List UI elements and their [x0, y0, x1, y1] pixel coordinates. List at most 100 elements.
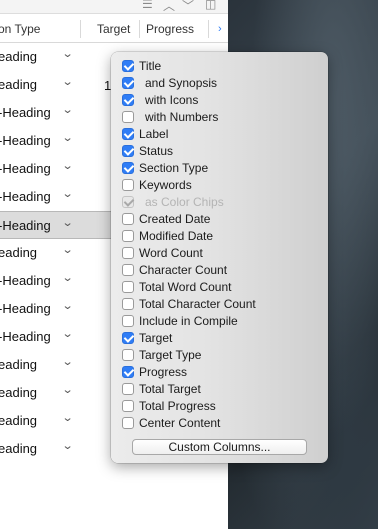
- chevron-down-icon[interactable]: ⌄: [62, 299, 74, 312]
- menu-item-include-in-compile[interactable]: Include in Compile: [122, 313, 322, 330]
- menu-item-status[interactable]: Status: [122, 143, 322, 160]
- menu-item-with-icons[interactable]: with Icons: [122, 92, 322, 109]
- chevron-down-icon[interactable]: ⌄: [62, 243, 74, 256]
- chevron-down-icon[interactable]: ⌄: [62, 383, 74, 396]
- checkbox[interactable]: [122, 128, 134, 140]
- menu-item-label[interactable]: Label: [122, 126, 322, 143]
- menu-item-label: Keywords: [139, 178, 192, 192]
- menu-item-label: Target: [139, 331, 173, 345]
- checkbox[interactable]: [122, 383, 134, 395]
- menu-item-label: Total Target: [139, 382, 201, 396]
- column-header-progress[interactable]: Progress: [146, 22, 194, 36]
- menu-item-label: Character Count: [139, 263, 228, 277]
- chevron-down-icon[interactable]: ⌄: [62, 327, 74, 340]
- menu-item-center-content[interactable]: Center Content: [122, 415, 322, 432]
- checkbox[interactable]: [122, 111, 134, 123]
- checkbox[interactable]: [122, 60, 134, 72]
- chevron-down-icon[interactable]: ⌄: [62, 75, 74, 88]
- checkbox[interactable]: [122, 77, 134, 89]
- section-type-value: -Heading: [0, 189, 51, 204]
- menu-item-label: Section Type: [139, 161, 209, 175]
- column-header-section-type[interactable]: on Type: [0, 22, 40, 36]
- menu-item-keywords[interactable]: Keywords: [122, 177, 322, 194]
- menu-item-label: as Color Chips: [145, 195, 224, 209]
- section-type-value: eading: [0, 413, 38, 428]
- menu-item-label: Center Content: [139, 416, 221, 430]
- chevron-down-icon[interactable]: ⌄: [62, 187, 74, 200]
- menu-item-label: Total Progress: [139, 399, 216, 413]
- section-type-value: -Heading: [0, 329, 51, 344]
- checkbox[interactable]: [122, 213, 134, 225]
- section-type-value: eading: [0, 441, 38, 456]
- section-type-value: -Heading: [0, 273, 51, 288]
- menu-item-total-target[interactable]: Total Target: [122, 381, 322, 398]
- checkbox[interactable]: [122, 400, 134, 412]
- chevron-down-icon[interactable]: ⌄: [62, 439, 74, 452]
- section-type-value: eading: [0, 77, 38, 92]
- chevron-up-icon[interactable]: ︿: [163, 0, 175, 14]
- chevron-down-icon[interactable]: ⌄: [62, 131, 74, 144]
- menu-item-progress[interactable]: Progress: [122, 364, 322, 381]
- menu-item-word-count[interactable]: Word Count: [122, 245, 322, 262]
- split-view-icon[interactable]: ◫: [205, 0, 216, 11]
- chevron-down-icon[interactable]: ⌄: [62, 271, 74, 284]
- column-divider[interactable]: [80, 20, 81, 38]
- menu-item-created-date[interactable]: Created Date: [122, 211, 322, 228]
- menu-item-label: with Icons: [145, 93, 199, 107]
- chevron-down-icon[interactable]: ⌄: [62, 103, 74, 116]
- checkbox[interactable]: [122, 264, 134, 276]
- menu-item-modified-date[interactable]: Modified Date: [122, 228, 322, 245]
- menu-item-character-count[interactable]: Character Count: [122, 262, 322, 279]
- checkbox[interactable]: [122, 349, 134, 361]
- checkbox[interactable]: [122, 162, 134, 174]
- checkbox[interactable]: [122, 94, 134, 106]
- menu-item-title[interactable]: Title: [122, 58, 322, 75]
- column-divider[interactable]: [139, 20, 140, 38]
- columns-popup-menu: Custom Columns... Title and Synopsis with …: [111, 52, 328, 463]
- menu-item-with-numbers[interactable]: with Numbers: [122, 109, 322, 126]
- menu-item-label: Progress: [139, 365, 188, 379]
- column-divider[interactable]: [208, 20, 209, 38]
- menu-item-and-synopsis[interactable]: and Synopsis: [122, 75, 322, 92]
- checkbox[interactable]: [122, 298, 134, 310]
- checkbox[interactable]: [122, 315, 134, 327]
- custom-columns-button[interactable]: Custom Columns...: [132, 439, 307, 455]
- menu-item-label: Include in Compile: [139, 314, 238, 328]
- checkbox[interactable]: [122, 332, 134, 344]
- checkbox: [122, 196, 134, 208]
- checkbox[interactable]: [122, 417, 134, 429]
- checkbox[interactable]: [122, 247, 134, 259]
- chevron-down-icon[interactable]: ⌄: [62, 216, 74, 229]
- menu-item-target-type[interactable]: Target Type: [122, 347, 322, 364]
- menu-item-section-type[interactable]: Section Type: [122, 160, 322, 177]
- section-type-value: eading: [0, 49, 38, 64]
- chevron-down-icon[interactable]: ⌄: [62, 47, 74, 60]
- list-icon[interactable]: ☰: [142, 0, 153, 11]
- checkbox[interactable]: [122, 230, 134, 242]
- section-type-value: -Heading: [0, 133, 51, 148]
- menu-item-label: Title: [139, 59, 162, 73]
- section-type-value: -Heading: [0, 105, 51, 120]
- menu-item-label: Word Count: [139, 246, 203, 260]
- chevron-right-icon[interactable]: ›: [218, 23, 222, 35]
- section-type-value: -Heading: [0, 301, 51, 316]
- menu-item-total-character-count[interactable]: Total Character Count: [122, 296, 322, 313]
- checkbox[interactable]: [122, 145, 134, 157]
- menu-item-total-word-count[interactable]: Total Word Count: [122, 279, 322, 296]
- checkbox[interactable]: [122, 281, 134, 293]
- menu-item-label: with Numbers: [145, 110, 219, 124]
- checkbox[interactable]: [122, 179, 134, 191]
- menu-item-label: and Synopsis: [145, 76, 218, 90]
- section-type-value: eading: [0, 357, 38, 372]
- menu-item-total-progress[interactable]: Total Progress: [122, 398, 322, 415]
- section-type-value: eading: [0, 385, 38, 400]
- menu-item-label: Total Character Count: [139, 297, 256, 311]
- menu-item-target[interactable]: Target: [122, 330, 322, 347]
- chevron-down-icon[interactable]: ⌄: [62, 355, 74, 368]
- chevron-down-icon[interactable]: ⌄: [62, 411, 74, 424]
- chevron-down-icon[interactable]: ⌄: [62, 159, 74, 172]
- column-header-target[interactable]: Target: [97, 22, 130, 36]
- menu-item-label: Status: [139, 144, 174, 158]
- checkbox[interactable]: [122, 366, 134, 378]
- chevron-down-icon[interactable]: ﹀: [182, 0, 194, 14]
